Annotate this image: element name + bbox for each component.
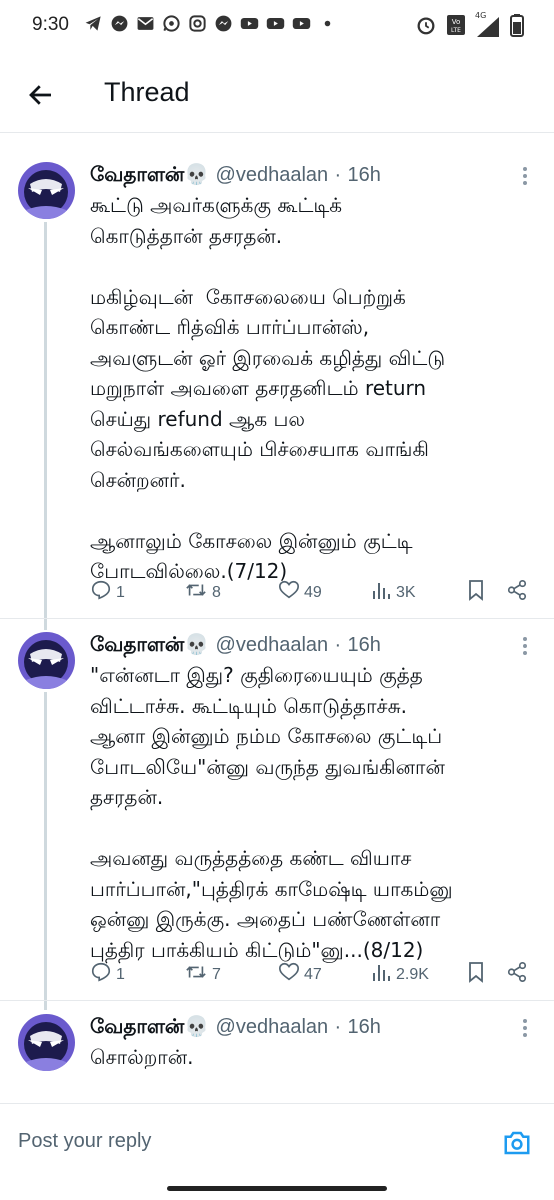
- comment-icon: [90, 579, 112, 606]
- mail-icon: [136, 14, 155, 33]
- retweet-icon: [184, 961, 208, 988]
- bookmark-button[interactable]: [466, 961, 486, 988]
- bookmark-icon: [466, 961, 486, 988]
- youtube-icon-3: [292, 14, 311, 33]
- more-vertical-icon[interactable]: [522, 636, 528, 656]
- views-button[interactable]: 2.9K: [372, 961, 429, 988]
- retweet-button[interactable]: 8: [184, 579, 221, 606]
- svg-text:Vo: Vo: [452, 18, 461, 26]
- volte-icon: Vo LTE: [446, 14, 466, 40]
- camera-icon[interactable]: [502, 1128, 532, 1158]
- author-name[interactable]: வேதாளன்💀: [90, 162, 209, 186]
- tweet-header: வேதாளன்💀 @vedhaalan · 16h: [90, 1014, 381, 1041]
- tweet-text: கூட்டு அவர்களுக்கு கூட்டிக் கொடுத்தான் த…: [90, 193, 446, 583]
- messenger-icon-2: [214, 14, 233, 33]
- like-count: 49: [304, 583, 322, 601]
- like-button[interactable]: 47: [278, 961, 322, 988]
- dot-icon: [318, 14, 337, 33]
- network-type: 4G: [475, 11, 487, 20]
- reply-count: 1: [116, 583, 125, 601]
- tweet-actions: 1 7 47 2.9K: [90, 961, 540, 989]
- reply-bar: Post your reply: [0, 1103, 554, 1184]
- avatar[interactable]: [18, 1014, 75, 1071]
- separator-dot: ·: [334, 164, 342, 186]
- retweet-count: 8: [212, 583, 221, 601]
- top-bar: Thread: [0, 60, 554, 133]
- more-vertical-icon[interactable]: [522, 1018, 528, 1038]
- author-handle[interactable]: @vedhaalan: [216, 1016, 329, 1038]
- views-count: 2.9K: [396, 965, 429, 983]
- heart-icon: [278, 579, 300, 606]
- bookmark-button[interactable]: [466, 579, 486, 606]
- tweet-text: "என்னடா இது? குதிரையையும் குத்த விட்டாச்…: [90, 663, 453, 962]
- svg-text:LTE: LTE: [451, 27, 461, 34]
- tweet-header: வேதாளன்💀 @vedhaalan · 16h: [90, 162, 381, 189]
- system-icons: Vo LTE 4G: [415, 11, 524, 41]
- reply-button[interactable]: 1: [90, 579, 125, 606]
- author-name[interactable]: வேதாளன்💀: [90, 632, 209, 656]
- author-name[interactable]: வேதாளன்💀: [90, 1014, 209, 1038]
- bookmark-icon: [466, 579, 486, 606]
- whatsapp-icon: [162, 14, 181, 33]
- views-button[interactable]: 3K: [372, 579, 416, 606]
- telegram-icon: [84, 14, 103, 33]
- tweet-time[interactable]: 16h: [348, 164, 381, 186]
- tweet-text: சொல்றான்.: [90, 1045, 194, 1069]
- tweet-time[interactable]: 16h: [348, 634, 381, 656]
- tweet-card[interactable]: வேதாளன்💀 @vedhaalan · 16h கூட்டு அவர்களு…: [0, 134, 554, 618]
- signal-icon: 4G: [475, 11, 501, 39]
- more-vertical-icon[interactable]: [522, 166, 528, 186]
- separator-dot: ·: [334, 1016, 342, 1038]
- share-icon: [506, 961, 528, 988]
- instagram-icon: [188, 14, 207, 33]
- page-title: Thread: [104, 77, 190, 107]
- tweet-card[interactable]: வேதாளன்💀 @vedhaalan · 16h சொல்றான்.: [0, 986, 554, 1102]
- retweet-button[interactable]: 7: [184, 961, 221, 988]
- author-handle[interactable]: @vedhaalan: [216, 634, 329, 656]
- share-icon: [506, 579, 528, 606]
- notification-icons: [84, 14, 337, 33]
- heart-icon: [278, 961, 300, 988]
- share-button[interactable]: [506, 579, 528, 606]
- youtube-icon: [240, 14, 259, 33]
- reply-input[interactable]: Post your reply: [18, 1130, 151, 1153]
- alarm-icon: [415, 14, 437, 40]
- reply-count: 1: [116, 965, 125, 983]
- like-count: 47: [304, 965, 322, 983]
- author-handle[interactable]: @vedhaalan: [216, 164, 329, 186]
- status-bar: 9:30 Vo LTE 4G: [0, 0, 554, 52]
- share-button[interactable]: [506, 961, 528, 988]
- like-button[interactable]: 49: [278, 579, 322, 606]
- messenger-icon: [110, 14, 129, 33]
- tweet-actions: 1 8 49 3K: [90, 579, 540, 607]
- avatar[interactable]: [18, 632, 75, 689]
- home-indicator[interactable]: [167, 1186, 387, 1191]
- arrow-left-icon[interactable]: [26, 80, 56, 110]
- tweet-card[interactable]: வேதாளன்💀 @vedhaalan · 16h "என்னடா இது? க…: [0, 604, 554, 1000]
- comment-icon: [90, 961, 112, 988]
- bar-chart-icon: [372, 579, 392, 606]
- status-time: 9:30: [32, 14, 69, 35]
- youtube-icon-2: [266, 14, 285, 33]
- reply-button[interactable]: 1: [90, 961, 125, 988]
- views-count: 3K: [396, 583, 416, 601]
- retweet-icon: [184, 579, 208, 606]
- tweet-header: வேதாளன்💀 @vedhaalan · 16h: [90, 632, 381, 659]
- tweet-time[interactable]: 16h: [348, 1016, 381, 1038]
- bar-chart-icon: [372, 961, 392, 988]
- avatar[interactable]: [18, 162, 75, 219]
- separator-dot: ·: [334, 634, 342, 656]
- retweet-count: 7: [212, 965, 221, 983]
- battery-icon: [510, 13, 524, 41]
